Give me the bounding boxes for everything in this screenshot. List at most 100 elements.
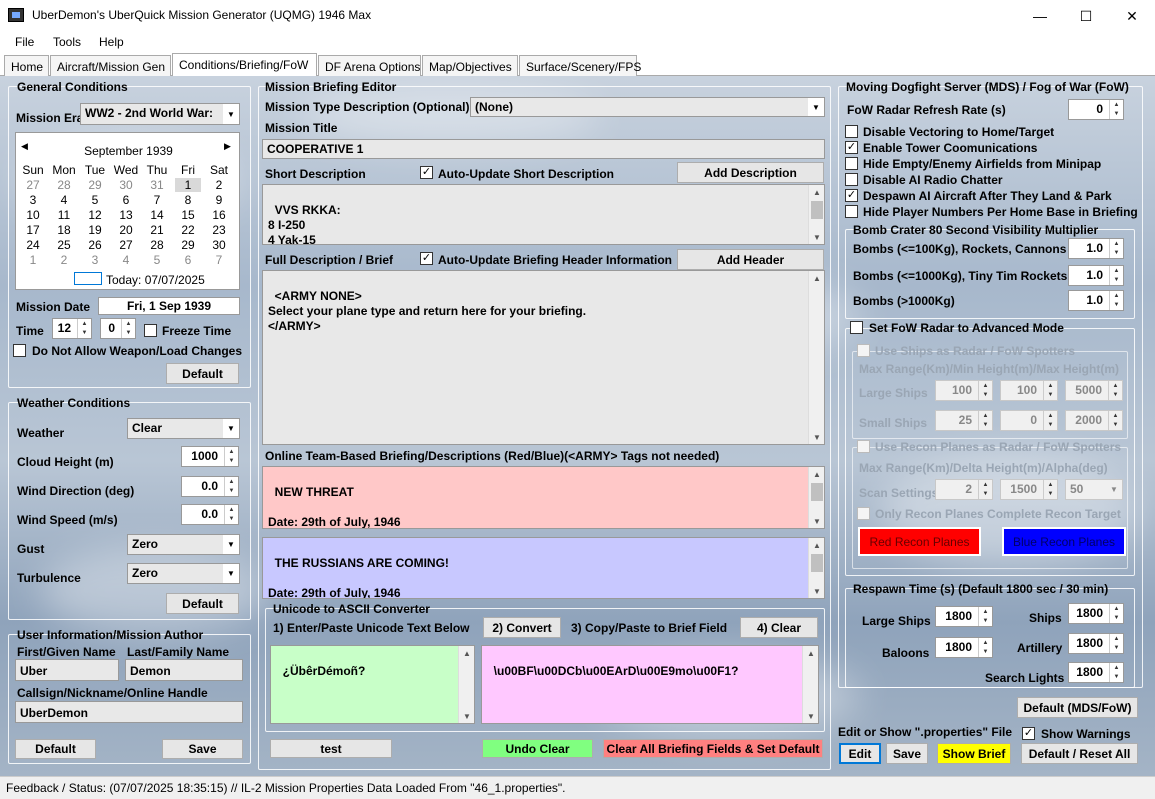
large-ships-max-height-spinner[interactable]: 5000 ▲ ▼ <box>1065 380 1123 401</box>
ships-radar-checkbox[interactable] <box>857 344 870 357</box>
calendar-day[interactable]: 22 <box>175 223 201 237</box>
calendar-day[interactable]: 23 <box>206 223 232 237</box>
auto-update-short-checkbox[interactable]: ✓ <box>420 166 433 179</box>
small-ships-min-height-spinner[interactable]: 0 ▲ ▼ <box>1000 410 1058 431</box>
disable-vectoring-checkbox[interactable] <box>845 125 858 138</box>
calendar-day[interactable]: 2 <box>51 253 77 267</box>
calendar-day[interactable]: 30 <box>113 178 139 192</box>
scan-alpha-select[interactable]: 50 ▼ <box>1065 479 1123 500</box>
baloons-respawn-spinner[interactable]: 1800 ▲ ▼ <box>935 637 993 658</box>
mission-title-field[interactable]: COOPERATIVE 1 <box>262 139 825 159</box>
calendar-day[interactable]: 29 <box>82 178 108 192</box>
scrollbar[interactable]: ▲ ▼ <box>808 467 824 528</box>
calendar-day[interactable]: 6 <box>113 193 139 207</box>
calendar-day[interactable]: 7 <box>206 253 232 267</box>
calendar-day[interactable]: 4 <box>51 193 77 207</box>
calendar-today-label[interactable]: Today: 07/07/2025 <box>106 273 205 287</box>
calendar-day[interactable]: 6 <box>175 253 201 267</box>
wind-direction-spinner[interactable]: 0.0 ▲ ▼ <box>181 476 239 497</box>
ascii-output-textarea[interactable]: \u00BF\u00DCb\u00EArD\u00E9mo\u00F1? ▲ ▼ <box>481 645 819 724</box>
tab-conditions-briefing-fow[interactable]: Conditions/Briefing/FoW <box>172 53 317 77</box>
calendar-day[interactable]: 19 <box>82 223 108 237</box>
callsign-field[interactable]: UberDemon <box>15 701 243 723</box>
hide-player-numbers-checkbox[interactable] <box>845 205 858 218</box>
weather-default-button[interactable]: Default <box>166 593 239 614</box>
recon-radar-checkbox[interactable] <box>857 440 870 453</box>
blue-recon-planes-button[interactable]: Blue Recon Planes <box>1002 527 1126 556</box>
tab-home[interactable]: Home <box>4 55 49 76</box>
disable-ai-chatter-checkbox[interactable] <box>845 173 858 186</box>
short-description-textarea[interactable]: VVS RKKA: 8 I-250 4 Yak-15 ▲ ▼ <box>262 184 825 245</box>
calendar-day[interactable]: 9 <box>206 193 232 207</box>
calendar-day[interactable]: 12 <box>82 208 108 222</box>
tab-surface-scenery-fps[interactable]: Surface/Scenery/FPS <box>519 55 641 76</box>
calendar-day[interactable]: 17 <box>20 223 46 237</box>
hour-spinner[interactable]: 12 ▲ ▼ <box>52 318 92 339</box>
crater-large-spinner[interactable]: 1.0 ▲ ▼ <box>1068 290 1124 311</box>
tab-aircraft-mission-gen[interactable]: Aircraft/Mission Gen <box>50 55 171 76</box>
red-team-briefing-textarea[interactable]: NEW THREAT Date: 29th of July, 1946 1535… <box>262 466 825 529</box>
calendar-day[interactable]: 10 <box>20 208 46 222</box>
wind-speed-spinner[interactable]: 0.0 ▲ ▼ <box>181 504 239 525</box>
close-button[interactable]: ✕ <box>1109 0 1155 32</box>
scrollbar[interactable]: ▲ ▼ <box>808 538 824 598</box>
calendar-day[interactable]: 30 <box>206 238 232 252</box>
show-warnings-checkbox[interactable]: ✓ <box>1022 727 1035 740</box>
ships-respawn-spinner[interactable]: 1800 ▲ ▼ <box>1068 603 1124 624</box>
mission-type-select[interactable]: (None) ▼ <box>470 97 825 117</box>
calendar-day[interactable]: 31 <box>144 178 170 192</box>
month-calendar[interactable]: ◀ September 1939 ▶ Sun Mon Tue Wed Thu Fri Sat… <box>15 132 240 290</box>
default-mds-fow-button[interactable]: Default (MDS/FoW) <box>1017 697 1138 718</box>
calendar-day[interactable]: 5 <box>82 193 108 207</box>
calendar-day[interactable]: 15 <box>175 208 201 222</box>
tower-comms-checkbox[interactable]: ✓ <box>845 141 858 154</box>
calendar-day[interactable]: 24 <box>20 238 46 252</box>
menu-help[interactable]: Help <box>99 35 124 49</box>
crater-small-spinner[interactable]: 1.0 ▲ ▼ <box>1068 238 1124 259</box>
unicode-input-textarea[interactable]: ¿ÜbêrDémoñ? ▲ ▼ <box>270 645 475 724</box>
calendar-day[interactable]: 1 <box>20 253 46 267</box>
convert-button[interactable]: 2) Convert <box>483 617 561 638</box>
first-name-field[interactable]: Uber <box>15 659 119 681</box>
calendar-day[interactable]: 11 <box>51 208 77 222</box>
user-default-button[interactable]: Default <box>15 739 96 759</box>
scrollbar[interactable]: ▲ ▼ <box>808 185 824 244</box>
calendar-day[interactable]: 26 <box>82 238 108 252</box>
mission-era-select[interactable]: WW2 - 2nd World War: ▼ <box>80 103 240 125</box>
menu-file[interactable]: File <box>15 35 34 49</box>
mission-date-field[interactable]: Fri, 1 Sep 1939 <box>98 297 240 315</box>
edit-properties-button[interactable]: Edit <box>839 743 881 764</box>
calendar-day[interactable]: 27 <box>20 178 46 192</box>
weather-select[interactable]: Clear ▼ <box>127 418 240 439</box>
show-brief-button[interactable]: Show Brief <box>937 743 1011 764</box>
calendar-grid[interactable]: Sun Mon Tue Wed Thu Fri Sat 27 28 29 30 31 1 2 3 4 5 6 7 8 9… <box>20 163 236 283</box>
minute-spinner[interactable]: 0 ▲ ▼ <box>100 318 136 339</box>
advanced-mode-checkbox[interactable] <box>850 321 863 334</box>
general-default-button[interactable]: Default <box>166 363 239 384</box>
undo-clear-button[interactable]: Undo Clear <box>482 739 593 758</box>
large-ships-range-spinner[interactable]: 100 ▲ ▼ <box>935 380 993 401</box>
calendar-day[interactable]: 28 <box>144 238 170 252</box>
despawn-ai-checkbox[interactable]: ✓ <box>845 189 858 202</box>
calendar-day[interactable]: 16 <box>206 208 232 222</box>
blue-team-briefing-textarea[interactable]: THE RUSSIANS ARE COMING! Date: 29th of J… <box>262 537 825 599</box>
auto-update-header-checkbox[interactable]: ✓ <box>420 252 433 265</box>
turbulence-select[interactable]: Zero ▼ <box>127 563 240 584</box>
only-recon-checkbox[interactable] <box>857 507 870 520</box>
maximize-button[interactable]: ☐ <box>1063 0 1109 32</box>
fow-refresh-spinner[interactable]: 0 ▲ ▼ <box>1068 99 1124 120</box>
full-description-textarea[interactable]: <ARMY NONE> Select your plane type and r… <box>262 270 825 445</box>
freeze-time-checkbox[interactable] <box>144 324 157 337</box>
last-name-field[interactable]: Demon <box>125 659 243 681</box>
calendar-day[interactable]: 18 <box>51 223 77 237</box>
minimize-button[interactable]: — <box>1017 0 1063 32</box>
calendar-day[interactable]: 29 <box>175 238 201 252</box>
user-save-button[interactable]: Save <box>162 739 243 759</box>
calendar-day[interactable]: 3 <box>20 193 46 207</box>
crater-medium-spinner[interactable]: 1.0 ▲ ▼ <box>1068 265 1124 286</box>
calendar-day[interactable]: 25 <box>51 238 77 252</box>
scrollbar[interactable]: ▲ ▼ <box>458 646 474 723</box>
calendar-day[interactable]: 8 <box>175 193 201 207</box>
weapon-change-checkbox[interactable] <box>13 344 26 357</box>
tab-map-objectives[interactable]: Map/Objectives <box>422 55 518 76</box>
